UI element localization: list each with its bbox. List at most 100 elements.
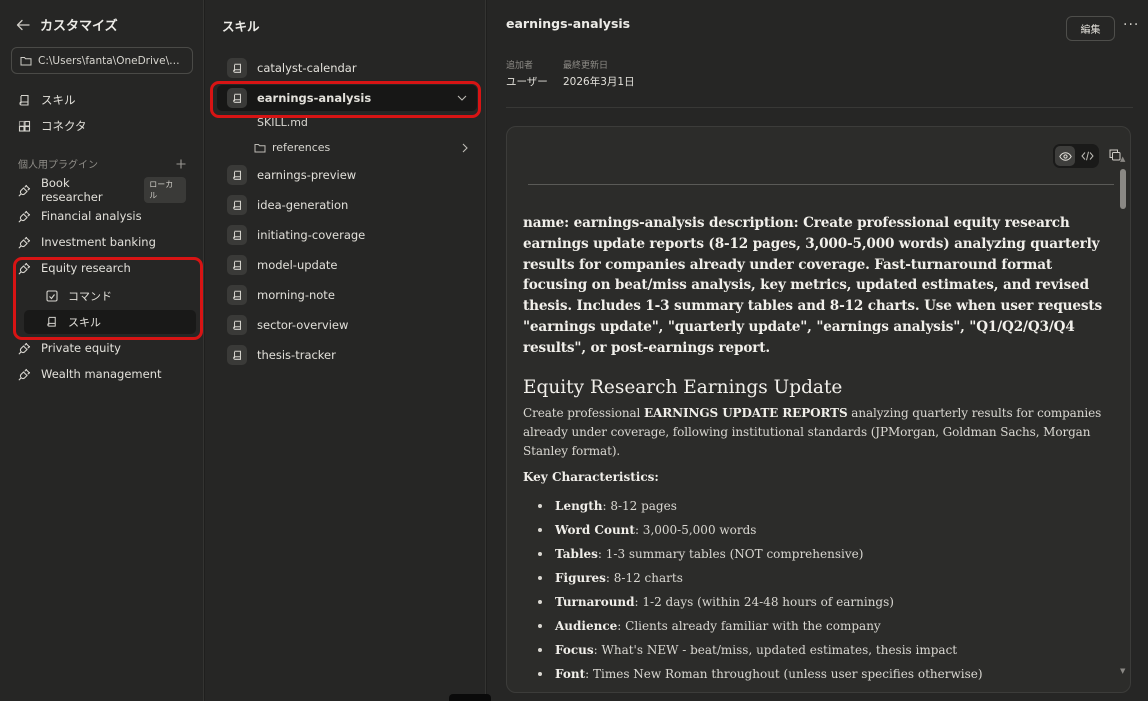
folder-icon [254, 143, 266, 153]
list-term: Length [555, 498, 603, 513]
skill-icon [18, 94, 31, 107]
bottom-handle [449, 694, 491, 701]
detail-title: earnings-analysis [506, 16, 631, 31]
skill-icon [227, 88, 247, 108]
scroll-up-icon[interactable]: ▲ [1120, 155, 1125, 163]
more-options-icon[interactable]: ··· [1123, 17, 1139, 33]
skill-item[interactable]: sector-overview [217, 312, 477, 338]
references-label: references [272, 141, 331, 154]
references-folder[interactable]: references [254, 141, 468, 154]
command-icon [46, 290, 58, 302]
skill-label: catalyst-calendar [257, 61, 357, 75]
intro-text: Create professional [523, 405, 645, 420]
plug-icon [18, 262, 31, 275]
skill-item[interactable]: idea-generation [217, 192, 477, 218]
skill-label: earnings-analysis [257, 91, 372, 105]
skill-md-label: SKILL.md [257, 116, 308, 129]
skill-item[interactable]: initiating-coverage [217, 222, 477, 248]
skills-panel-title: スキル [222, 19, 260, 34]
intro-emphasis: EARNINGS UPDATE REPORTS [644, 405, 848, 420]
plugin-equity-research[interactable]: Equity research [18, 256, 186, 280]
document-heading: Equity Research Earnings Update [523, 376, 843, 398]
plugins-section-title: 個人用プラグイン [18, 160, 98, 171]
back-arrow-icon[interactable] [16, 19, 30, 31]
folder-path-field[interactable]: C:\Users\fanta\OneDrive\★価フ... [11, 47, 193, 74]
skill-detail-pane: earnings-analysis 編集 ··· 追加者 最終更新日 ユーザー … [487, 0, 1148, 701]
local-badge: ローカル [144, 177, 186, 203]
skill-icon [227, 195, 247, 215]
list-value: : 1-3 summary tables (NOT comprehensive) [597, 546, 864, 561]
preview-eye-icon[interactable] [1055, 146, 1075, 166]
updated-value: 2026年3月1日 [563, 76, 635, 88]
plugin-label: Book researcher [41, 176, 103, 204]
list-term: Tables [555, 546, 598, 561]
nav-connectors[interactable]: コネクタ [18, 118, 87, 134]
skill-label: morning-note [257, 288, 335, 302]
equity-research-skills[interactable]: スキル [24, 310, 196, 334]
list-term: Focus [555, 642, 594, 657]
markdown-document: name: earnings-analysis description: Cre… [523, 213, 1113, 686]
scrollbar-thumb[interactable] [1120, 169, 1126, 209]
list-item: Turnaround: 1-2 days (within 24-48 hours… [523, 590, 1113, 614]
plug-icon [18, 368, 31, 381]
skill-icon [227, 285, 247, 305]
plugin-investment-banking[interactable]: Investment banking [18, 230, 186, 254]
skill-item[interactable]: morning-note [217, 282, 477, 308]
edit-button[interactable]: 編集 [1066, 16, 1115, 41]
nav-connectors-label: コネクタ [41, 119, 87, 133]
list-value: : 8-12 charts [605, 570, 683, 585]
list-item: Audience: Clients already familiar with … [523, 614, 1113, 638]
chevron-right-icon[interactable] [462, 143, 468, 153]
skill-item[interactable]: thesis-tracker [217, 342, 477, 368]
plugin-label: Wealth management [41, 367, 162, 381]
skill-item[interactable]: model-update [217, 252, 477, 278]
list-term: Audience [555, 618, 618, 633]
skill-icon [227, 225, 247, 245]
list-value: : Times New Roman throughout (unless use… [585, 666, 983, 681]
view-mode-toggle[interactable] [1053, 144, 1099, 168]
plugin-wealth-management[interactable]: Wealth management [18, 362, 186, 386]
frontmatter-rule [528, 184, 1114, 185]
plugin-label: Equity research [41, 261, 131, 275]
plugin-financial-analysis[interactable]: Financial analysis [18, 204, 186, 228]
code-view-icon[interactable] [1077, 146, 1097, 166]
list-term: Font [555, 666, 586, 681]
plug-icon [18, 184, 31, 197]
skill-label: model-update [257, 258, 338, 272]
sidebar-title: カスタマイズ [40, 19, 118, 34]
skill-item-selected[interactable]: earnings-analysis [217, 85, 477, 111]
skill-icon [227, 345, 247, 365]
skills-label: スキル [68, 316, 101, 329]
nav-skills[interactable]: スキル [18, 92, 76, 108]
list-value: : Clients already familiar with the comp… [617, 618, 881, 633]
skill-icon [227, 58, 247, 78]
list-term: Figures [555, 570, 606, 585]
folder-icon [20, 56, 32, 66]
plugin-label: Investment banking [41, 235, 156, 249]
list-term: Turnaround [555, 594, 635, 609]
plugin-private-equity[interactable]: Private equity [18, 336, 186, 360]
skill-item[interactable]: catalyst-calendar [217, 55, 477, 81]
add-plugin-icon[interactable] [176, 159, 186, 169]
skill-md-file[interactable]: SKILL.md [257, 116, 308, 129]
list-item: Font: Times New Roman throughout (unless… [523, 662, 1113, 686]
plug-icon [18, 342, 31, 355]
skill-label: earnings-preview [257, 168, 357, 182]
skill-icon [227, 255, 247, 275]
list-value: : 3,000-5,000 words [634, 522, 757, 537]
chevron-down-icon[interactable] [457, 95, 467, 101]
list-item: Tables: 1-3 summary tables (NOT comprehe… [523, 542, 1113, 566]
plugin-book-researcher[interactable]: Book researcher ローカル [18, 176, 186, 204]
connector-icon [18, 120, 31, 133]
skill-icon [227, 315, 247, 335]
key-characteristics-heading: Key Characteristics: [523, 469, 659, 484]
scroll-down-icon[interactable]: ▼ [1120, 667, 1125, 675]
list-term: Word Count [555, 522, 635, 537]
skill-content-viewer[interactable]: ▲ ▼ name: earnings-analysis description:… [506, 126, 1131, 693]
plugin-label: Private equity [41, 341, 121, 355]
skill-item[interactable]: earnings-preview [217, 162, 477, 188]
sidebar-header: カスタマイズ [16, 15, 118, 34]
divider [506, 107, 1133, 108]
equity-research-commands[interactable]: コマンド [24, 284, 196, 308]
skill-label: sector-overview [257, 318, 349, 332]
